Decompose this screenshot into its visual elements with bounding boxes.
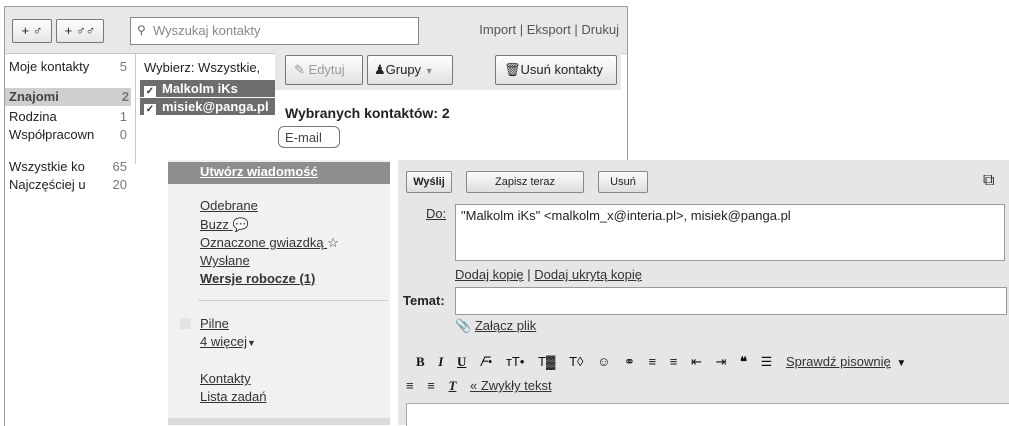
group-coworkers[interactable]: Współpracown 0 <box>9 126 129 144</box>
nav-tasks[interactable]: Lista zadań <box>200 389 267 404</box>
add-cc-link[interactable]: Dodaj kopię <box>455 267 524 282</box>
font-icon[interactable]: 𝐹• <box>480 354 492 370</box>
star-icon: ☆ <box>327 235 339 250</box>
nav-buzz[interactable]: Buzz 💬 <box>200 217 249 233</box>
to-label[interactable]: Do: <box>426 206 446 221</box>
print-link[interactable]: Drukuj <box>581 22 619 37</box>
contacts-list: Wybierz: Wszystkie, ✓ Malkolm iKs ✓ misiek… <box>135 54 288 164</box>
align-left-icon[interactable]: ☰ <box>761 354 773 370</box>
numbered-list-icon[interactable]: ≡ <box>649 354 657 369</box>
divider <box>198 300 388 301</box>
to-value: "Malkolm iKs" <malkolm_x@interia.pl>, mi… <box>461 208 791 223</box>
contact-row[interactable]: ✓ misiek@panga.pl <box>140 98 288 115</box>
send-button[interactable]: Wyślij <box>406 171 452 193</box>
remove-format-icon[interactable]: T <box>448 378 456 394</box>
font-size-icon[interactable]: тT• <box>506 354 524 369</box>
underline-icon[interactable]: U <box>457 354 466 370</box>
subject-label: Temat: <box>403 293 445 308</box>
chevron-down-icon[interactable]: ▼ <box>896 358 906 369</box>
highlight-icon[interactable]: T◊ <box>569 354 583 369</box>
subject-field[interactable] <box>455 287 1007 315</box>
buzz-icon: 💬 <box>232 217 249 232</box>
italic-icon[interactable]: I <box>438 354 443 370</box>
nav-inbox[interactable]: Odebrane <box>200 198 258 213</box>
import-link[interactable]: Import <box>479 22 516 37</box>
align-right-icon[interactable]: ≡ <box>427 378 435 393</box>
text-color-icon[interactable]: T▓ <box>538 354 555 369</box>
group-my-contacts[interactable]: Moje kontakty 5 <box>9 58 129 76</box>
bulleted-list-icon[interactable]: ≡ <box>670 354 678 369</box>
discard-button[interactable]: Usuń <box>598 171 648 193</box>
nav-label-urgent[interactable]: Pilne <box>200 316 229 331</box>
groups-button[interactable]: ♟Grupy ▼ <box>367 55 453 85</box>
nav-drafts[interactable]: Wersje robocze (1) <box>200 271 315 286</box>
bold-icon[interactable]: B <box>416 354 425 370</box>
search-input[interactable]: ⚲ Wyszukaj kontakty <box>130 17 419 45</box>
cc-links: Dodaj kopię | Dodaj ukrytą kopię <box>455 267 642 282</box>
export-link[interactable]: Eksport <box>527 22 571 37</box>
selected-count: Wybranych kontaktów: 2 <box>285 105 450 121</box>
format-toolbar: B I U 𝐹• тT• T▓ T◊ ☺ ⚭ ≡ ≡ ⇤ ⇥ ❝ ☰ Spraw… <box>416 354 916 370</box>
add-group-button[interactable]: + ♂♂ <box>56 19 104 43</box>
add-bcc-link[interactable]: Dodaj ukrytą kopię <box>534 267 642 282</box>
trash-icon: 🗑 <box>504 62 521 77</box>
nav-contacts[interactable]: Kontakty <box>200 371 251 386</box>
chevron-down-icon: ▼ <box>424 66 434 76</box>
to-field[interactable]: "Malkolm iKs" <malkolm_x@interia.pl>, mi… <box>455 204 1005 261</box>
quote-icon[interactable]: ❝ <box>740 354 747 370</box>
label-color-icon <box>180 318 191 329</box>
emoticon-icon[interactable]: ☺ <box>597 354 610 369</box>
attach-file[interactable]: 📎 Załącz plik <box>455 318 536 334</box>
contact-detail <box>275 90 621 160</box>
nav-starred[interactable]: Oznaczone gwiazdką ☆ <box>200 235 339 251</box>
sidebar-bottom <box>168 418 390 425</box>
compose-link[interactable]: Utwórz wiadomość <box>200 164 318 179</box>
add-contact-button[interactable]: + ♂ <box>12 19 52 43</box>
group-all-contacts[interactable]: Wszystkie ko 65 <box>9 158 129 176</box>
link-icon[interactable]: ⚭ <box>624 354 635 370</box>
plain-text-link[interactable]: « Zwykły tekst <box>470 378 552 393</box>
nav-more[interactable]: 4 więcej▼ <box>200 334 256 349</box>
pencil-icon: ✎ <box>294 62 305 77</box>
search-icon: ⚲ <box>137 23 146 37</box>
popout-icon[interactable]: ⧉ <box>983 172 994 190</box>
message-body[interactable] <box>406 403 1009 426</box>
contact-row[interactable]: ✓ Malkolm iKs <box>140 80 288 97</box>
select-all[interactable]: Wybierz: Wszystkie, <box>144 60 282 75</box>
chevron-down-icon: ▼ <box>246 338 256 348</box>
nav-sent[interactable]: Wysłane <box>200 253 250 268</box>
spellcheck-link[interactable]: Sprawdź pisownię <box>786 354 891 369</box>
groups-list: Moje kontakty 5 Znajomi 2 Rodzina 1 Współpr… <box>5 54 133 426</box>
delete-contacts-button[interactable]: 🗑Usuń kontakty <box>495 55 617 85</box>
checkbox-checked-icon[interactable]: ✓ <box>144 104 156 115</box>
email-button[interactable]: E-mail <box>278 126 340 148</box>
group-most-contacted[interactable]: Najczęściej u 20 <box>9 176 129 194</box>
group-icon: ♟ <box>374 62 386 77</box>
paperclip-icon: 📎 <box>455 318 472 333</box>
save-now-button[interactable]: Zapisz teraz <box>466 171 584 193</box>
indent-icon[interactable]: ⇥ <box>716 354 727 370</box>
align-center-icon[interactable]: ≡ <box>406 378 414 393</box>
outdent-icon[interactable]: ⇤ <box>691 354 702 370</box>
group-family[interactable]: Rodzina 1 <box>9 108 129 126</box>
contacts-actions: Import | Eksport | Drukuj <box>479 22 619 37</box>
edit-button[interactable]: ✎ Edytuj <box>285 55 363 85</box>
format-toolbar-2: ≡ ≡ T « Zwykły tekst <box>406 378 562 394</box>
checkbox-checked-icon[interactable]: ✓ <box>144 86 156 97</box>
group-friends[interactable]: Znajomi 2 <box>5 88 131 106</box>
